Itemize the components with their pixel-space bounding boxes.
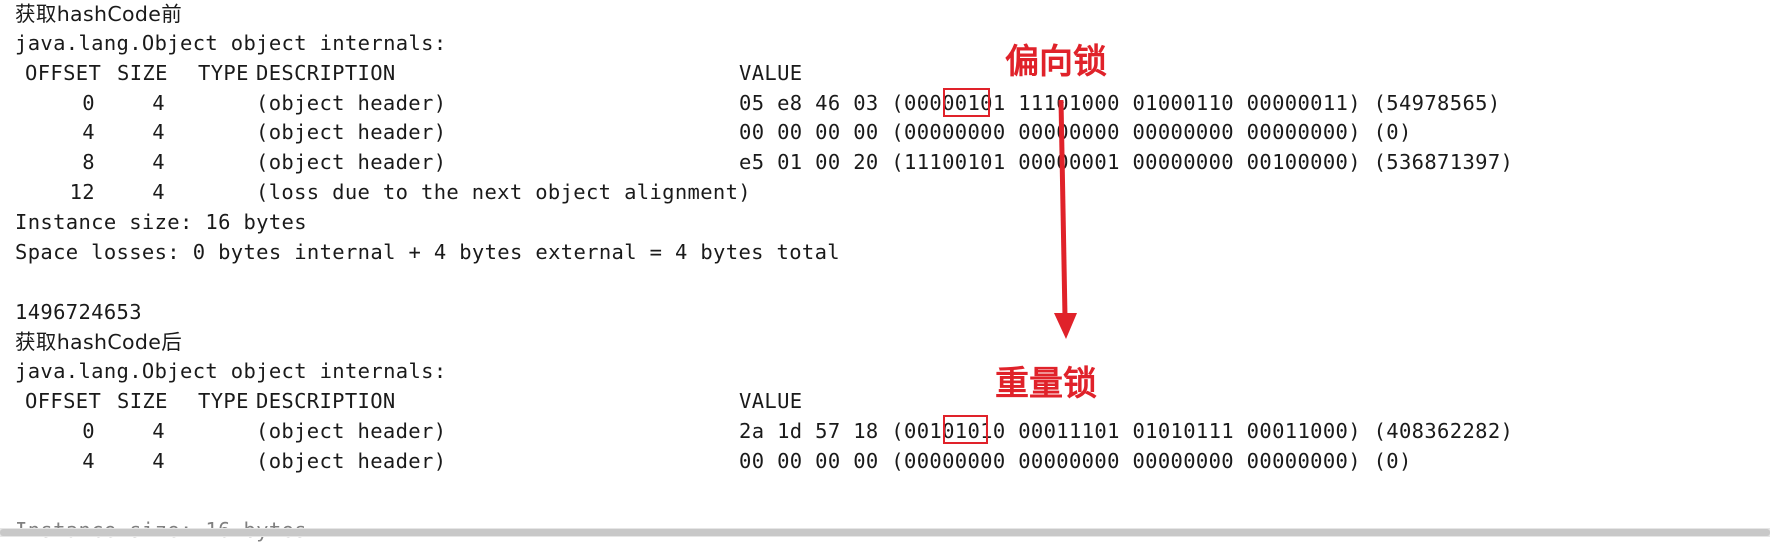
table-row-offset: 0 [82,91,95,115]
transition-arrow-icon [1054,99,1077,339]
table-row-offset: 4 [82,449,95,473]
table-row-value: 00 00 00 00 (00000000 00000000 00000000 … [739,449,1412,473]
col-value-header: VALUE [739,61,803,85]
heavyweight-lock-bits-highlight [943,415,988,444]
col-offset-header: OFFSET [25,389,102,413]
col-description-header: DESCRIPTION [256,389,396,413]
table-row-offset: 12 [69,180,95,204]
col-size-header: SIZE [117,61,168,85]
table-row-size: 4 [152,419,165,443]
instance-size-line: Instance size: 16 bytes [15,210,307,234]
table-row-offset: 8 [82,150,95,174]
before-header: java.lang.Object object internals: [15,31,447,55]
table-row-size: 4 [152,120,165,144]
col-value-header: VALUE [739,389,803,413]
table-row-description: (loss due to the next object alignment) [256,180,751,204]
col-description-header: DESCRIPTION [256,61,396,85]
after-header: java.lang.Object object internals: [15,359,447,383]
horizontal-scrollbar[interactable] [0,528,1770,537]
table-row-offset: 0 [82,419,95,443]
col-type-header: TYPE [198,61,249,85]
table-row-size: 4 [152,449,165,473]
before-caption: 获取hashCode前 [15,2,183,26]
table-row-description: (object header) [256,91,447,115]
col-size-header: SIZE [117,389,168,413]
table-row-description: (object header) [256,419,447,443]
table-row-description: (object header) [256,449,447,473]
space-losses-line: Space losses: 0 bytes internal + 4 bytes… [15,240,840,264]
heavyweight-lock-label: 重量锁 [995,364,1097,404]
scrollbar-thumb[interactable] [0,529,1770,536]
hashcode-value: 1496724653 [15,300,142,324]
table-row-value: e5 01 00 20 (11100101 00000001 00000000 … [739,150,1514,174]
col-type-header: TYPE [198,389,249,413]
table-row-size: 4 [152,91,165,115]
table-row-size: 4 [152,150,165,174]
table-row-size: 4 [152,180,165,204]
col-offset-header: OFFSET [25,61,102,85]
table-row-offset: 4 [82,120,95,144]
table-row-value: 05 e8 46 03 (00000101 11101000 01000110 … [739,91,1501,115]
biased-lock-label: 偏向锁 [1005,42,1107,82]
after-caption: 获取hashCode后 [15,330,183,354]
table-row-description: (object header) [256,120,447,144]
biased-lock-bits-highlight [943,88,990,117]
table-row-value: 2a 1d 57 18 (00101010 00011101 01010111 … [739,419,1514,443]
table-row-description: (object header) [256,150,447,174]
